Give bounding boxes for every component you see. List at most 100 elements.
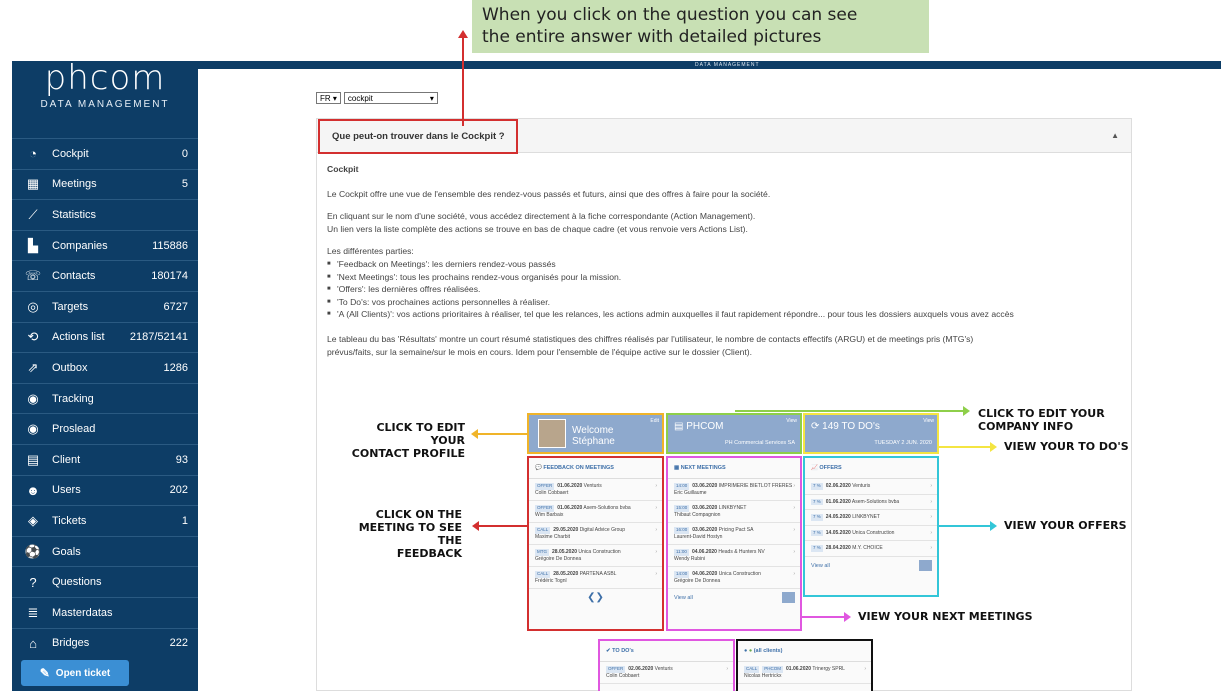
page-select[interactable]: cockpit ▾ <box>343 92 438 104</box>
sidebar-item-count: 1 <box>181 514 188 527</box>
sidebar-item-label: Users <box>52 484 81 497</box>
ticket-icon: ✎ <box>39 666 50 680</box>
list-item[interactable]: OFFER 01.06.2020 Asem-Solutions bvba Wim B… <box>529 501 662 523</box>
list-item[interactable]: OFFER 01.06.2020 Venturis Colin Cobbaert <box>529 479 662 501</box>
sidebar-item-users[interactable]: ☻ Users 202 <box>12 474 198 506</box>
label-offers: VIEW YOUR OFFERS <box>1004 519 1127 532</box>
sidebar-item-count: 93 <box>175 453 188 466</box>
view-link[interactable]: View <box>786 418 797 424</box>
arrow-next-meetings <box>800 612 851 622</box>
answer-paragraph: prévus/faits, sur la semaine/sur le mois… <box>327 346 753 357</box>
sidebar-item-cockpit[interactable]: ◔ Cockpit 0 <box>12 138 198 169</box>
question-title[interactable]: Que peut-on trouver dans le Cockpit ? <box>318 119 518 154</box>
offers-title: 📈 OFFERS <box>805 458 937 479</box>
sidebar-item-label: Tracking <box>52 392 94 405</box>
arrow-todos <box>939 442 997 452</box>
sidebar-item-tickets[interactable]: ◈ Tickets 1 <box>12 505 198 536</box>
collapse-caret-icon[interactable]: ▲ <box>1111 131 1119 140</box>
feedback-card[interactable]: 💬 FEEDBACK ON MEETINGS OFFER 01.06.2020 V… <box>527 456 664 631</box>
record-icon: ◉ <box>27 421 39 437</box>
label-next-meetings: VIEW YOUR NEXT MEETINGS <box>858 610 1033 623</box>
sidebar-item-count: 2187/52141 <box>129 331 188 344</box>
callout-line-2: the entire answer with detailed pictures <box>482 27 822 47</box>
sidebar-item-proslead[interactable]: ◉ Proslead <box>12 413 198 444</box>
sidebar-item-label: Meetings <box>52 178 97 191</box>
sidebar-item-companies[interactable]: ▙ Companies 115886 <box>12 229 198 261</box>
list-item[interactable]: 14:00 04.06.2020 Unica Construction Grégoi… <box>668 567 800 589</box>
todo-list-card[interactable]: ✔ TO DO's OFFER 02.06.2020 Venturis Colin … <box>598 639 735 691</box>
sidebar-item-questions[interactable]: ? Questions <box>12 566 198 597</box>
list-item[interactable]: MTG 28.05.2020 Unica Construction Grégoire… <box>529 545 662 567</box>
list-item[interactable]: CALL 29.05.2020 Digital Advice Group Maxim… <box>529 523 662 545</box>
language-select[interactable]: FR ▾ <box>316 92 341 104</box>
sidebar-item-meetings[interactable]: ▦ Meetings 5 <box>12 168 198 200</box>
arrow-edit-profile <box>471 429 527 439</box>
list-item[interactable]: OFFER 02.06.2020 Venturis Colin Cobbaert <box>600 662 733 684</box>
list-item[interactable]: 14:00 03.06.2020 IMPRIMERIE BIETLOT FRERE… <box>668 479 800 501</box>
soccer-ball-icon: ⚽ <box>24 543 42 559</box>
answer-heading: Cockpit <box>327 164 359 174</box>
edit-link[interactable]: Edit <box>650 418 659 424</box>
sidebar-item-masterdatas[interactable]: ≣ Masterdatas <box>12 596 198 628</box>
list-item[interactable]: 16:00 03.06.2020 Pricing Pact SA Laurent-D… <box>668 523 800 545</box>
list-item[interactable]: 7 % 02.06.2020 Venturis <box>805 479 937 495</box>
pager[interactable]: ❮❯ <box>529 589 662 603</box>
view-all-link[interactable]: View all <box>805 557 937 575</box>
sidebar-item-goals[interactable]: ⚽ Goals <box>12 535 198 567</box>
logo-subtitle: DATA MANAGEMENT <box>40 99 170 110</box>
list-item[interactable]: 7 % 28.04.2020 M.Y. CHOICE <box>805 541 937 557</box>
list-item[interactable]: 15:00 03.06.2020 LINKBYNET Thibaut Compagn… <box>668 501 800 523</box>
arrow-edit-company <box>735 406 970 416</box>
avatar <box>538 419 566 448</box>
sidebar-item-outbox[interactable]: ⇗ Outbox 1286 <box>12 352 198 383</box>
parts-item: 'Next Meetings': tous les prochains rend… <box>327 271 1121 284</box>
callout-arrow <box>458 30 468 126</box>
sidebar-item-actions-list[interactable]: ⟲ Actions list 2187/52141 <box>12 321 198 353</box>
sidebar-item-bridges[interactable]: ⌂ Bridges 222 <box>12 627 198 659</box>
company-card[interactable]: ▤ PHCOM PH Commercial Services SA View <box>666 413 802 454</box>
outbox-icon: ⇗ <box>27 359 39 375</box>
sidebar-item-label: Client <box>52 453 81 466</box>
sidebar-item-count: 0 <box>181 147 188 160</box>
list-item[interactable]: 11:00 04.06.2020 Heads & Hunters NV Wendy … <box>668 545 800 567</box>
sidebar-item-targets[interactable]: ◎ Targets 6727 <box>12 290 198 322</box>
list-item[interactable]: 7 % 14.05.2020 Unica Construction <box>805 526 937 541</box>
sidebar-item-count: 5 <box>181 178 188 191</box>
list-item[interactable]: 7 % 24.05.2020 LINKBYNET <box>805 510 937 526</box>
label-todos: VIEW YOUR TO DO'S <box>1004 440 1129 453</box>
all-clients-card[interactable]: ● ● (all clients) CALL PHCOM 01.06.2020 Tr… <box>736 639 873 691</box>
arrow-meeting-feedback <box>472 521 527 531</box>
sidebar-item-statistics[interactable]: ⟋ Statistics <box>12 199 198 230</box>
answer-body: Cockpit Le Cockpit offre une vue de l'en… <box>317 153 1131 368</box>
sidebar-item-label: Targets <box>52 300 89 313</box>
arrow-offers <box>939 521 997 531</box>
answer-paragraph: Le tableau du bas 'Résultats' montre un … <box>327 333 974 344</box>
selector-bar: FR ▾ cockpit ▾ <box>316 92 438 104</box>
list-item[interactable]: CALL PHCOM 01.06.2020 Trinergy SPRL Nicolas… <box>738 662 871 684</box>
open-ticket-label: Open ticket <box>55 667 111 679</box>
offers-card[interactable]: 📈 OFFERS 7 %02.06.2020 Venturis7 %01.06.… <box>803 456 939 597</box>
ticket-icon: ◈ <box>28 512 38 528</box>
next-meetings-card[interactable]: ▦ NEXT MEETINGS 14:00 03.06.2020 IMPRIMER… <box>666 456 802 631</box>
list-item[interactable]: CALL 28.05.2020 PARTENA ASBL Frédéric Togn… <box>529 567 662 589</box>
all-clients-title: ● ● (all clients) <box>738 641 871 662</box>
sidebar-item-tracking[interactable]: ◉ Tracking <box>12 382 198 414</box>
buildings-icon: ▙ <box>28 237 38 253</box>
welcome-card[interactable]: Welcome Stéphane Edit <box>527 413 664 454</box>
top-bar-brand: DATA MANAGEMENT <box>695 62 760 68</box>
list-item[interactable]: 7 % 01.06.2020 Asem-Solutions bvba <box>805 495 937 510</box>
view-link[interactable]: View <box>923 418 934 424</box>
sidebar-item-label: Masterdatas <box>52 606 113 619</box>
todos-card[interactable]: ⟳ 149 TO DO's TUESDAY 2 JUN. 2020 View <box>803 413 939 454</box>
sidebar-item-count: 115886 <box>152 239 188 252</box>
question-header[interactable]: Que peut-on trouver dans le Cockpit ? ▲ <box>317 119 1131 154</box>
logo[interactable]: phcom DATA MANAGEMENT <box>12 61 198 137</box>
welcome-label: Welcome <box>572 425 614 436</box>
sidebar-item-client[interactable]: ▤ Client 93 <box>12 443 198 475</box>
sidebar: phcom DATA MANAGEMENT ◔ Cockpit 0 ▦ Meetings… <box>12 61 198 691</box>
answer-paragraph: En cliquant sur le nom d'une société, vo… <box>327 211 756 222</box>
sidebar-item-contacts[interactable]: ☏ Contacts 180174 <box>12 260 198 291</box>
open-ticket-button[interactable]: ✎ Open ticket <box>21 660 129 686</box>
cycle-icon: ⟲ <box>27 329 39 345</box>
view-all-link[interactable]: View all <box>668 589 800 607</box>
